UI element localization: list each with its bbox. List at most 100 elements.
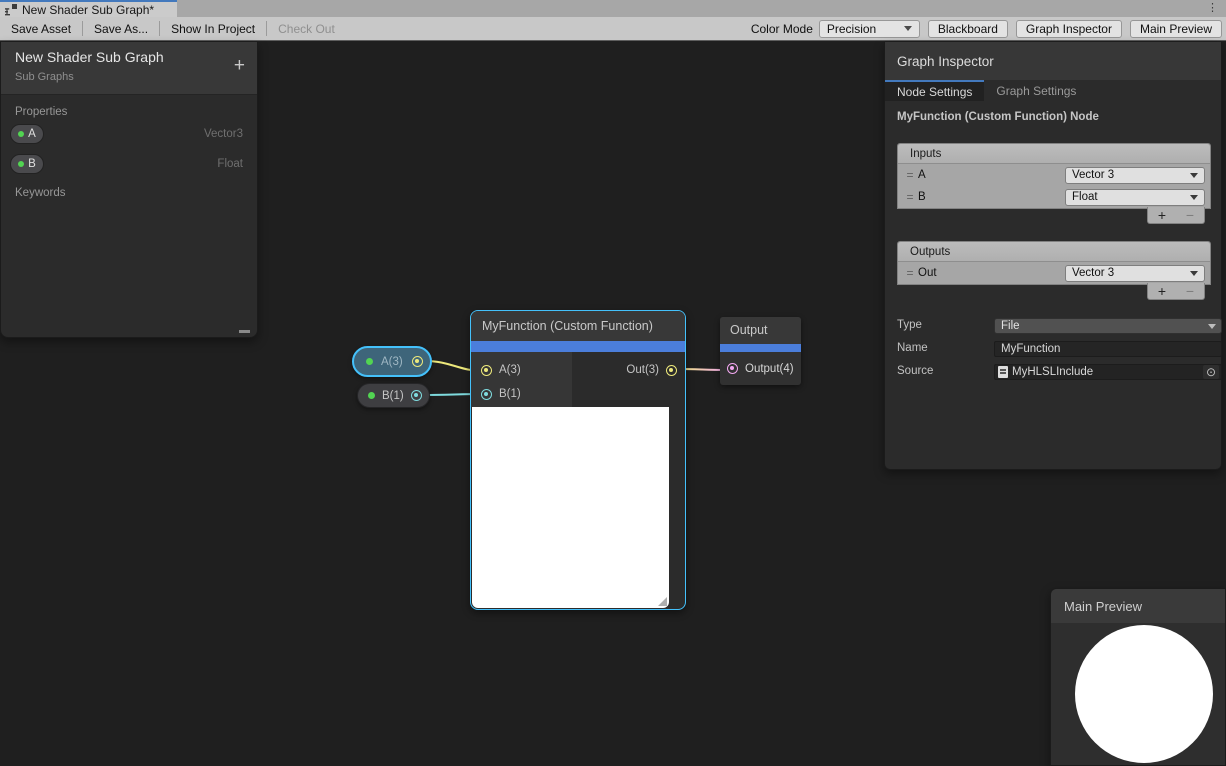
property-pill-b[interactable]: B (10, 154, 44, 174)
check-out-button[interactable]: Check Out (267, 17, 346, 40)
remove-input-button[interactable]: − (1186, 208, 1194, 222)
properties-section-label: Properties (1, 106, 257, 118)
type-label: Type (897, 319, 922, 331)
output-port-out[interactable] (666, 365, 677, 376)
output-node-port-label: Output(4) (745, 363, 794, 375)
name-input[interactable]: MyFunction (994, 341, 1222, 357)
input-a-type-value: Vector 3 (1072, 169, 1114, 181)
property-name: A (28, 128, 36, 140)
toolbar-left-group: Save Asset Save As... Show In Project Ch… (0, 17, 346, 40)
source-value: MyHLSLInclude (1012, 366, 1093, 378)
graph-inspector-toggle-button[interactable]: Graph Inspector (1016, 20, 1122, 38)
property-a-output-port[interactable] (412, 356, 423, 367)
outputs-list-header: Outputs (898, 242, 1210, 262)
object-picker-icon[interactable]: ⊙ (1203, 365, 1219, 379)
input-a-type-dropdown[interactable]: Vector 3 (1065, 167, 1205, 184)
outputs-list: Outputs = Out Vector 3 (897, 241, 1211, 285)
source-object-field[interactable]: MyHLSLInclude ⊙ (994, 364, 1222, 380)
blackboard-title: New Shader Sub Graph (15, 49, 257, 65)
exposed-property-dot-icon (18, 131, 24, 137)
output-port-label: Out(3) (626, 364, 659, 376)
output-node[interactable]: Output Output(4) (720, 317, 801, 385)
blackboard-toggle-button[interactable]: Blackboard (928, 20, 1008, 38)
type-value: File (1001, 320, 1020, 332)
exposed-property-dot-icon (366, 358, 373, 365)
save-as-button[interactable]: Save As... (83, 17, 159, 40)
blackboard-resize-handle[interactable] (239, 330, 250, 333)
source-label: Source (897, 365, 933, 377)
blackboard-panel: New Shader Sub Graph Sub Graphs + Proper… (0, 42, 258, 338)
input-port-a[interactable] (481, 365, 492, 376)
color-mode-value: Precision (827, 22, 876, 36)
chevron-down-icon (1190, 195, 1198, 200)
preview-resize-grip[interactable] (658, 597, 667, 606)
node-title: MyFunction (Custom Function) (471, 311, 685, 341)
input-port-row-a: A(3) (471, 358, 572, 382)
graph-inspector-tabs: Node Settings Graph Settings (885, 80, 1221, 101)
tab-overflow-menu-icon[interactable]: ⋮ (1207, 0, 1218, 17)
drag-handle-icon[interactable]: = (902, 266, 918, 280)
source-field-row: Source MyHLSLInclude ⊙ (897, 364, 1211, 380)
tab-graph-settings[interactable]: Graph Settings (984, 80, 1088, 101)
output-node-input-port[interactable] (727, 363, 738, 374)
inputs-row-b[interactable]: = B Float (898, 186, 1210, 208)
node-settings-heading: MyFunction (Custom Function) Node (897, 111, 1221, 123)
node-accent-strip (720, 344, 801, 352)
add-property-button[interactable]: + (234, 56, 245, 75)
tab-title: New Shader Sub Graph* (22, 3, 154, 17)
output-type-dropdown[interactable]: Vector 3 (1065, 265, 1205, 282)
outputs-row-out[interactable]: = Out Vector 3 (898, 262, 1210, 284)
input-b-type-dropdown[interactable]: Float (1065, 189, 1205, 206)
graph-inspector-title: Graph Inspector (897, 54, 994, 69)
exposed-property-dot-icon (368, 392, 375, 399)
graph-inspector-panel: Graph Inspector Node Settings Graph Sett… (884, 42, 1222, 470)
type-field-row: Type File (897, 318, 1211, 334)
keywords-section-label: Keywords (1, 187, 257, 199)
toolbar: Save Asset Save As... Show In Project Ch… (0, 17, 1226, 41)
main-preview-panel: Main Preview (1050, 588, 1226, 766)
node-title: Output (720, 317, 801, 344)
tab-node-settings[interactable]: Node Settings (885, 80, 984, 101)
outputs-list-footer: + − (1147, 283, 1205, 300)
custom-function-node[interactable]: MyFunction (Custom Function) A(3) B(1) O… (470, 310, 686, 610)
input-name: A (918, 169, 926, 181)
property-pill-a[interactable]: A (10, 124, 44, 144)
drag-handle-icon[interactable]: = (902, 190, 918, 204)
property-node-a[interactable]: A(3) (352, 346, 432, 377)
property-node-label: B(1) (382, 390, 404, 402)
blackboard-property-row[interactable]: A Vector3 (1, 120, 257, 148)
color-mode-label: Color Mode (751, 22, 813, 36)
blackboard-header: New Shader Sub Graph Sub Graphs + (1, 42, 257, 95)
output-port-row: Out(3) (626, 358, 677, 382)
chevron-down-icon (904, 26, 912, 31)
property-node-b[interactable]: B(1) (357, 383, 430, 408)
sub-graph-asset-icon (5, 4, 17, 16)
add-input-button[interactable]: + (1158, 208, 1166, 222)
exposed-property-dot-icon (18, 161, 24, 167)
preview-sphere (1075, 625, 1213, 763)
show-in-project-button[interactable]: Show In Project (160, 17, 266, 40)
color-mode-dropdown[interactable]: Precision (819, 20, 920, 38)
file-asset-icon (998, 366, 1008, 378)
save-asset-button[interactable]: Save Asset (0, 17, 82, 40)
shader-graph-window: New Shader Sub Graph* ⋮ Save Asset Save … (0, 0, 1226, 766)
input-port-b[interactable] (481, 389, 492, 400)
node-body: A(3) B(1) Out(3) (471, 352, 685, 407)
remove-output-button[interactable]: − (1186, 284, 1194, 298)
main-preview-header[interactable]: Main Preview (1051, 589, 1225, 623)
property-name: B (28, 158, 36, 170)
name-value: MyFunction (1001, 343, 1060, 355)
input-name: B (918, 191, 926, 203)
output-name: Out (918, 267, 937, 279)
tab-new-shader-sub-graph[interactable]: New Shader Sub Graph* (0, 0, 177, 17)
property-node-label: A(3) (381, 356, 403, 368)
blackboard-property-row[interactable]: B Float (1, 150, 257, 178)
inputs-row-a[interactable]: = A Vector 3 (898, 164, 1210, 186)
property-b-output-port[interactable] (411, 390, 422, 401)
drag-handle-icon[interactable]: = (902, 168, 918, 182)
add-output-button[interactable]: + (1158, 284, 1166, 298)
input-port-label: B(1) (499, 388, 521, 400)
node-output-column: Out(3) (572, 352, 685, 407)
type-dropdown[interactable]: File (994, 318, 1222, 334)
main-preview-toggle-button[interactable]: Main Preview (1130, 20, 1222, 38)
